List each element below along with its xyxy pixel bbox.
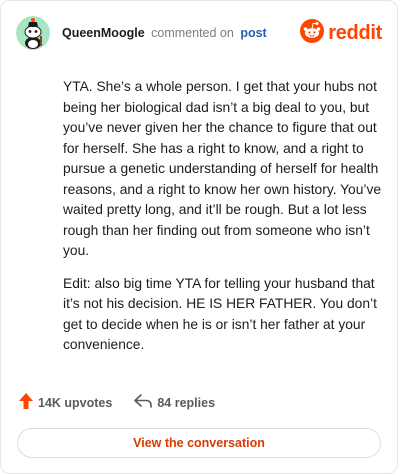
upvote-arrow-icon	[19, 393, 33, 412]
comment-header: QueenMoogle commented on post reddit	[16, 15, 382, 51]
replies-count: 84 replies	[157, 395, 216, 410]
replies-stat[interactable]: 84 replies	[134, 394, 215, 411]
comment-body: YTA. She’s a whole person. I get that yo…	[63, 77, 383, 368]
post-link[interactable]: post	[240, 26, 266, 40]
reddit-brand[interactable]: reddit	[300, 18, 382, 48]
view-conversation-button[interactable]: View the conversation	[17, 428, 381, 458]
action-text: commented on	[151, 26, 234, 40]
embedded-comment-card: QueenMoogle commented on post reddit YTA…	[0, 0, 398, 474]
upvotes-count: 14K upvotes	[38, 395, 113, 410]
snoo-avatar-icon[interactable]	[16, 16, 50, 50]
comment-footer: 14K upvotes 84 replies	[19, 393, 215, 412]
comment-paragraph: Edit: also big time YTA for telling your…	[63, 275, 377, 353]
username-link[interactable]: QueenMoogle	[62, 26, 145, 40]
comment-meta: QueenMoogle commented on post	[62, 26, 267, 40]
reddit-logo-icon	[300, 18, 325, 48]
reddit-wordmark: reddit	[328, 21, 382, 44]
comment-paragraph: YTA. She’s a whole person. I get that yo…	[63, 79, 382, 258]
reply-arrow-icon	[134, 394, 153, 411]
upvotes-stat[interactable]: 14K upvotes	[19, 393, 112, 412]
